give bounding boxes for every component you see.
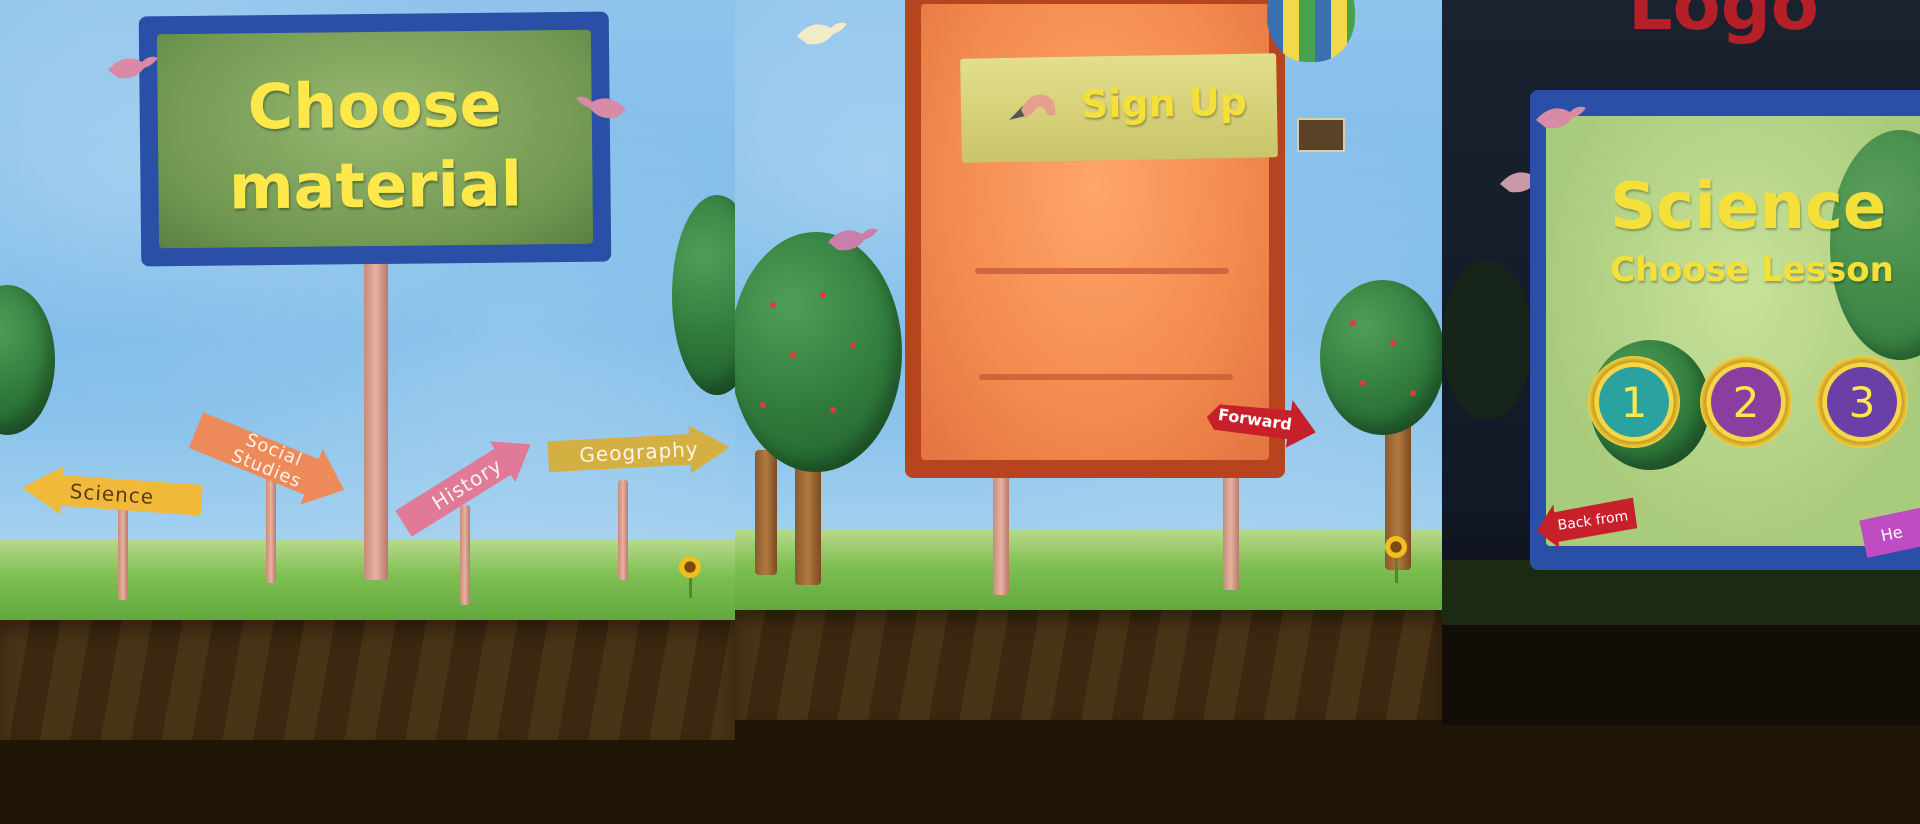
logo: Logo: [1628, 0, 1819, 46]
lesson-screen-title: Science: [1610, 170, 1887, 244]
lesson-3-label: 3: [1827, 367, 1897, 437]
sign-up-title: Sign Up: [1080, 79, 1248, 127]
lesson-1-button[interactable]: 1: [1588, 356, 1680, 448]
science-sign-label: Science: [69, 479, 155, 509]
science-lesson-screen: Logo Science Choose Lesson 1 2 3 Back fr…: [1442, 0, 1920, 725]
sign-up-board: Sign Up Forward: [905, 0, 1285, 478]
bird-icon: [576, 96, 626, 119]
sign-post: [118, 505, 128, 600]
lesson-2-label: 2: [1711, 367, 1781, 437]
help-button-label: He: [1878, 521, 1905, 545]
tree-trunk: [755, 450, 777, 575]
sign-up-screen: Sign Up Forward: [735, 0, 1442, 720]
soil-ground: [0, 620, 735, 740]
soil-ground: [735, 610, 1442, 720]
choose-material-board: Choose material: [138, 11, 612, 267]
lesson-1-label: 1: [1599, 367, 1669, 437]
sunflower-icon: [679, 556, 701, 578]
board-post: [364, 260, 388, 580]
sunflower-icon: [1385, 536, 1407, 558]
hand-pointer-icon: [1009, 94, 1056, 120]
sign-up-banner[interactable]: Sign Up: [960, 53, 1278, 163]
lesson-screen-subtitle: Choose Lesson: [1610, 250, 1894, 290]
sign-post: [460, 505, 470, 605]
board-title-line2: material: [228, 147, 523, 224]
board-title-line1: Choose: [247, 67, 502, 144]
choose-lesson-board: Science Choose Lesson 1 2 3 Back from He: [1530, 90, 1920, 570]
balloon-basket: [1297, 118, 1345, 152]
geography-sign-label: Geography: [578, 436, 700, 468]
bird-icon: [797, 22, 847, 45]
sign-post: [618, 480, 628, 580]
bird-icon: [828, 228, 878, 251]
tree-right: [1320, 280, 1442, 435]
sunflower-stem: [689, 578, 692, 598]
lesson-3-button[interactable]: 3: [1816, 356, 1908, 448]
forward-button-label: Forward: [1217, 404, 1294, 434]
tree-dark: [1442, 260, 1532, 420]
username-field-line[interactable]: [975, 268, 1229, 274]
sign-post: [266, 475, 276, 583]
board-post: [1223, 470, 1239, 590]
bird-icon: [108, 56, 158, 79]
dark-soil: [1442, 625, 1920, 725]
sunflower-stem: [1395, 555, 1398, 583]
lesson-2-button[interactable]: 2: [1700, 356, 1792, 448]
grass-ground: [735, 530, 1442, 620]
password-field-line[interactable]: [979, 374, 1233, 380]
bird-icon: [1536, 106, 1586, 129]
back-button-label: Back from: [1556, 508, 1630, 534]
choose-material-screen: Choose material Science Social Studies H…: [0, 0, 735, 740]
tree-left: [735, 232, 902, 472]
board-post: [993, 470, 1009, 595]
dark-grass: [1442, 560, 1920, 630]
